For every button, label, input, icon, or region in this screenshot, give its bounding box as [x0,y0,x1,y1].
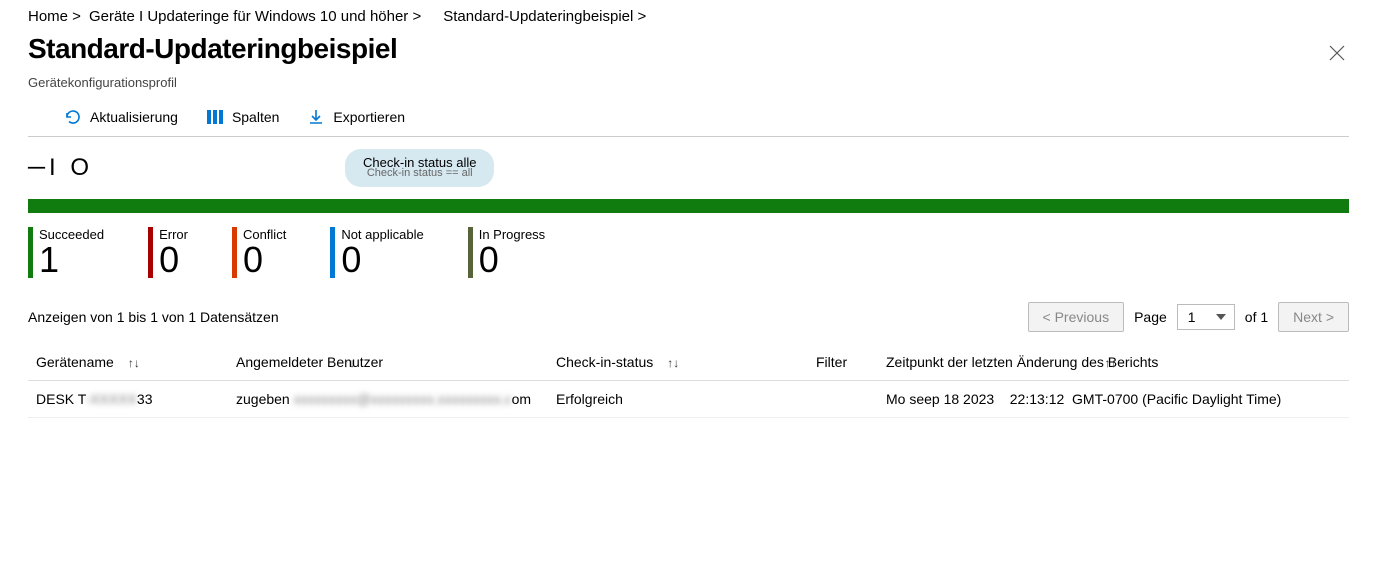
stat-bar [28,227,33,278]
sort-icon: ↑↓ [128,356,140,370]
col-device[interactable]: Gerätename↑↓ [28,344,228,381]
stats-row: Succeeded 1 Error 0 Conflict 0 Not appli… [0,213,1377,296]
stat-in-progress[interactable]: In Progress 0 [468,227,545,278]
stat-bar [330,227,335,278]
col-time[interactable]: Zeitpunkt der letzten Änderung des Beric… [878,344,1349,381]
page-subtitle: Gerätekonfigurationsprofil [0,73,1377,102]
results-table: Gerätename↑↓ Angemeldeter Benutzer↑↓ Che… [28,344,1349,418]
cell-filter [808,381,878,418]
sort-icon: ↑↓ [1104,356,1116,370]
page-select[interactable]: 1 [1177,304,1235,330]
of-label: of 1 [1245,309,1268,325]
cell-status: Erfolgreich [548,381,808,418]
filter-pill[interactable]: Check-in status alle Check-in status == … [345,149,494,187]
breadcrumb-home[interactable]: Home > [28,8,81,25]
pill-bot: Check-in status == all [363,167,476,179]
sort-icon: ↑↓ [667,356,679,370]
stat-value: 0 [479,242,545,278]
close-icon[interactable] [1325,33,1349,73]
stat-value: 0 [341,242,423,278]
refresh-button[interactable]: Aktualisierung [64,108,178,126]
stat-succeeded[interactable]: Succeeded 1 [28,227,104,278]
stat-value: 0 [243,242,286,278]
stat-bar [232,227,237,278]
cell-user: zugeben xxxxxxxxx@xxxxxxxxx.xxxxxxxxx.co… [228,381,548,418]
records-count: Anzeigen von 1 bis 1 von 1 Datensätzen [28,309,279,325]
breadcrumb-devices[interactable]: Geräte I Updateringe für Windows 10 und … [89,8,421,25]
search-input[interactable]: ─I O [28,154,93,182]
cell-device: DESK T-XXXXX33 [28,381,228,418]
redacted: xxxxxxxxx@xxxxxxxxx.xxxxxxxxx.c [294,391,512,407]
col-filter[interactable]: Filter [808,344,878,381]
breadcrumb-current[interactable]: Standard-Updateringbeispiel > [443,8,646,25]
columns-icon [206,108,224,126]
stat-not-applicable[interactable]: Not applicable 0 [330,227,423,278]
download-icon [307,108,325,126]
stat-error[interactable]: Error 0 [148,227,188,278]
cell-time: Mo seep 18 2023 22:13:12 GMT-0700 (Pacif… [878,381,1349,418]
columns-button[interactable]: Spalten [206,108,279,126]
refresh-icon [64,108,82,126]
breadcrumb: Home > Geräte I Updateringe für Windows … [0,0,1377,29]
progress-bar [28,199,1349,213]
table-header-row: Gerätename↑↓ Angemeldeter Benutzer↑↓ Che… [28,344,1349,381]
stat-value: 1 [39,242,104,278]
next-button[interactable]: Next > [1278,302,1349,332]
columns-label: Spalten [232,109,279,125]
redacted: -XXXXX [86,391,137,407]
stat-value: 0 [159,242,188,278]
col-status[interactable]: Check-in-status↑↓ [548,344,808,381]
prev-button[interactable]: < Previous [1028,302,1125,332]
stat-bar [468,227,473,278]
toolbar: Aktualisierung Spalten Exportieren [28,102,1349,137]
page-title: Standard-Updateringbeispiel [28,33,397,65]
table-row[interactable]: DESK T-XXXXX33 zugeben xxxxxxxxx@xxxxxxx… [28,381,1349,418]
pager: < Previous Page 1 of 1 Next > [1028,302,1349,332]
sort-icon: ↑↓ [343,356,355,370]
page-label: Page [1134,309,1167,325]
col-user[interactable]: Angemeldeter Benutzer↑↓ [228,344,548,381]
stat-bar [148,227,153,278]
export-button[interactable]: Exportieren [307,108,405,126]
stat-conflict[interactable]: Conflict 0 [232,227,286,278]
export-label: Exportieren [333,109,405,125]
refresh-label: Aktualisierung [90,109,178,125]
